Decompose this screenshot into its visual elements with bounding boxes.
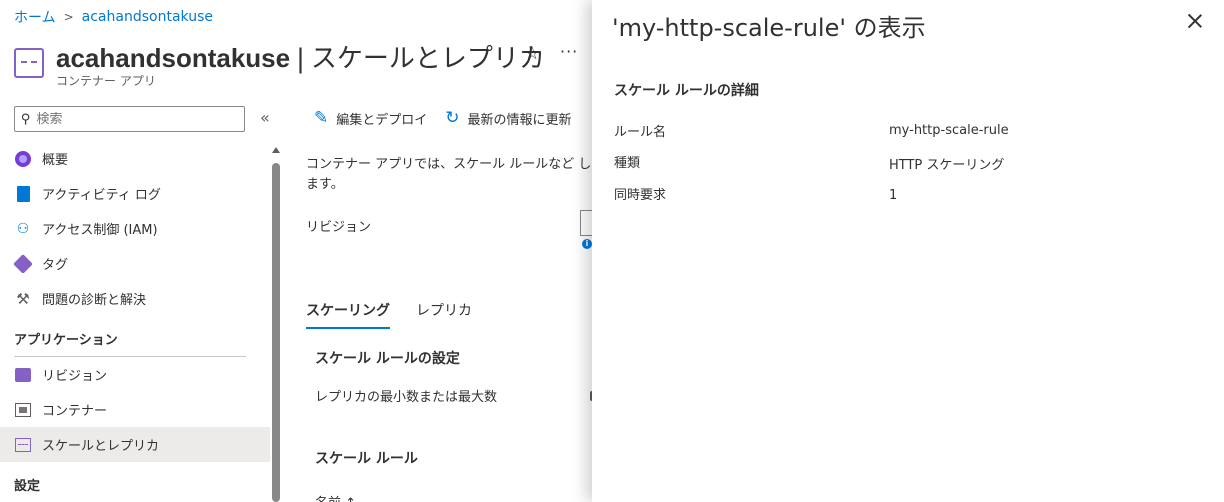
- chevron-right-icon: >: [63, 10, 74, 24]
- favorite-star-icon[interactable]: ☆: [524, 43, 540, 64]
- details-heading: スケール ルールの詳細: [614, 83, 759, 99]
- detail-value: my-http-scale-rule: [889, 123, 1009, 138]
- sidebar-item-label: スケールとレプリカ: [42, 439, 160, 454]
- detail-value: 1: [889, 188, 898, 203]
- page-name: スケールとレプリカ: [310, 44, 545, 74]
- overview-icon: [14, 150, 32, 168]
- tab-replicas[interactable]: レプリカ: [416, 300, 472, 329]
- title-divider: |: [296, 44, 305, 74]
- sidebar-item-overview[interactable]: 概要: [0, 141, 270, 176]
- sidebar-item-label: アクセス制御 (IAM): [42, 223, 158, 238]
- sidebar-nav: 概要 アクティビティ ログ ⚇ アクセス制御 (IAM) タグ ⚒ 問題の診断と…: [0, 141, 270, 502]
- info-icon[interactable]: i: [582, 239, 592, 249]
- wrench-icon: ⚒: [16, 289, 30, 308]
- search-icon: ⚲: [21, 111, 31, 127]
- page-description: コンテナー アプリでは、スケール ルールなど します。: [306, 157, 592, 192]
- scale-rule-settings-heading: スケール ルールの設定: [315, 351, 460, 367]
- sidebar-item-label: 問題の診断と解決: [42, 293, 147, 308]
- iam-icon: ⚇: [16, 220, 30, 237]
- sidebar-item-diagnose[interactable]: ⚒ 問題の診断と解決: [0, 281, 270, 316]
- sidebar-item-scale-replicas[interactable]: スケールとレプリカ: [0, 427, 270, 462]
- sidebar-item-containers[interactable]: コンテナー: [0, 392, 270, 427]
- sidebar-section-settings: 設定: [14, 479, 41, 494]
- activity-log-icon: [14, 185, 32, 203]
- replica-minmax-label: レプリカの最小数または最大数: [315, 390, 498, 405]
- scroll-up-arrow-icon[interactable]: [272, 147, 280, 153]
- edit-deploy-button[interactable]: ✎ 編集とデプロイ: [314, 108, 427, 128]
- breadcrumb-current-link[interactable]: acahandsontakuse: [82, 9, 213, 25]
- breadcrumb: ホーム > acahandsontakuse: [14, 7, 213, 27]
- column-header-name[interactable]: 名前 ↑: [315, 492, 356, 502]
- sidebar-item-label: 概要: [42, 153, 69, 168]
- refresh-icon: ↻: [445, 108, 460, 128]
- sidebar-search[interactable]: ⚲: [14, 106, 245, 132]
- page-title: acahandsontakuse | スケールとレプリカ: [56, 38, 545, 75]
- container-app-icon: [14, 48, 44, 78]
- sidebar-item-label: コンテナー: [42, 404, 108, 419]
- sidebar-scrollbar[interactable]: [271, 141, 281, 502]
- pencil-icon: ✎: [314, 108, 329, 128]
- edit-deploy-label: 編集とデプロイ: [336, 112, 428, 128]
- revision-label: リビジョン: [306, 220, 372, 235]
- sidebar-item-iam[interactable]: ⚇ アクセス制御 (IAM): [0, 211, 270, 246]
- resource-name: acahandsontakuse: [56, 43, 291, 73]
- panel-title: 'my-http-scale-rule' の表示: [612, 14, 926, 42]
- resource-type-subtitle: コンテナー アプリ: [56, 74, 156, 88]
- detail-key: 同時要求: [614, 188, 667, 203]
- tag-icon: [13, 253, 33, 274]
- refresh-button[interactable]: ↻ 最新の情報に更新: [445, 108, 571, 128]
- scrollbar-thumb[interactable]: [272, 163, 280, 502]
- sidebar-item-label: アクティビティ ログ: [42, 188, 161, 203]
- more-options-icon[interactable]: ···: [560, 42, 578, 61]
- scale-icon: [14, 436, 32, 454]
- container-icon: [14, 401, 32, 419]
- breadcrumb-home-link[interactable]: ホーム: [14, 7, 56, 27]
- close-icon[interactable]: [1184, 10, 1206, 32]
- view-scale-rule-panel: 'my-http-scale-rule' の表示 スケール ルールの詳細 ルール…: [592, 0, 1224, 502]
- refresh-label: 最新の情報に更新: [467, 112, 572, 128]
- scale-rules-heading: スケール ルール: [315, 451, 418, 467]
- sidebar-item-label: リビジョン: [42, 369, 108, 384]
- detail-key: 種類: [614, 156, 641, 171]
- command-bar: ✎ 編集とデプロイ ↻ 最新の情報に更新: [314, 108, 590, 128]
- search-input[interactable]: [36, 111, 227, 127]
- detail-value: HTTP スケーリング: [889, 158, 1005, 173]
- sidebar-item-revisions[interactable]: リビジョン: [0, 357, 270, 392]
- detail-key: ルール名: [614, 125, 667, 140]
- collapse-sidebar-icon[interactable]: «: [260, 108, 270, 127]
- sidebar-item-label: タグ: [42, 258, 69, 273]
- sidebar-section-application: アプリケーション: [14, 333, 118, 348]
- tab-list: スケーリング レプリカ: [306, 300, 498, 329]
- sidebar-item-tags[interactable]: タグ: [0, 246, 270, 281]
- tab-scaling[interactable]: スケーリング: [306, 300, 390, 329]
- revision-icon: [14, 366, 32, 384]
- sidebar-item-activity-log[interactable]: アクティビティ ログ: [0, 176, 270, 211]
